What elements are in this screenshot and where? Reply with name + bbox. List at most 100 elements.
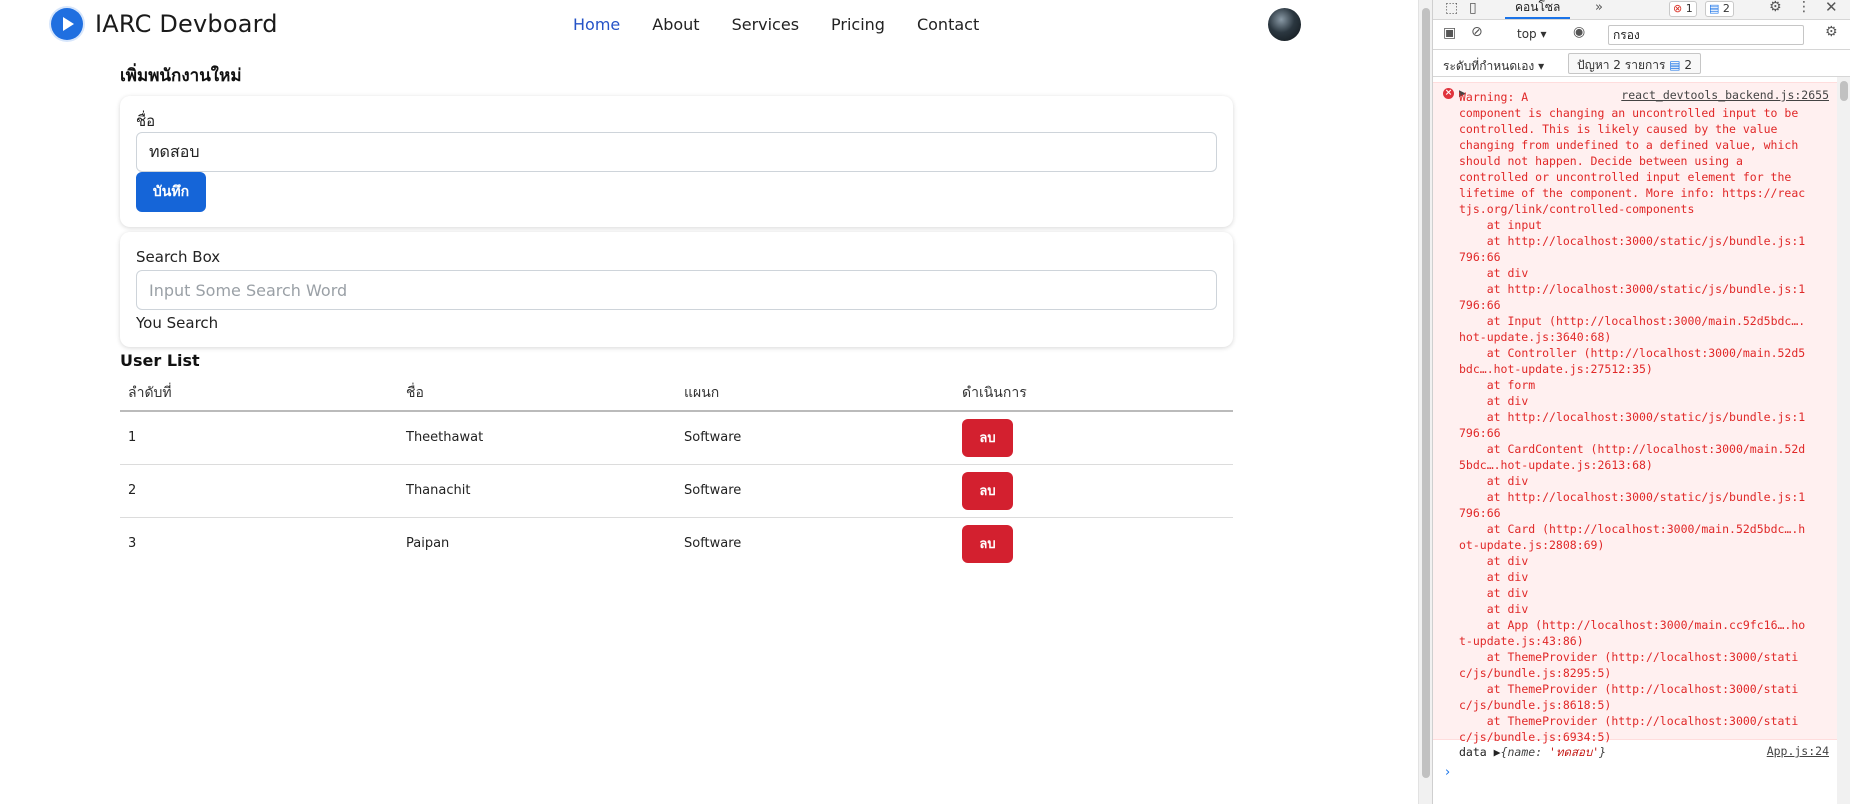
chevron-down-icon: ▾ <box>1540 27 1547 41</box>
warning-line: controlled or uncontrolled input element… <box>1459 170 1792 184</box>
cell-dept: Software <box>684 536 742 552</box>
issues-count: 2 <box>1684 58 1693 72</box>
warning-line: hot-update.js:3640:68) <box>1459 330 1612 344</box>
warning-line: at div <box>1459 570 1529 584</box>
settings-gear-icon[interactable]: ⚙ <box>1769 0 1782 15</box>
error-badge[interactable]: ⊗ 1 <box>1669 1 1697 17</box>
warning-line: changing from undefined to a defined val… <box>1459 138 1799 152</box>
warning-line: at form <box>1459 378 1536 392</box>
warning-line: Warning: A <box>1459 90 1529 104</box>
sidebar-toggle-icon[interactable]: ▣ <box>1443 25 1456 41</box>
log-source-link[interactable]: App.js:24 <box>1767 744 1829 758</box>
log-object-value: 'ทดสอบ' <box>1549 745 1600 759</box>
warning-line: at ThemeProvider (http://localhost:3000/… <box>1459 650 1799 664</box>
cell-no: 3 <box>128 536 137 552</box>
message-badge[interactable]: ▤ 2 <box>1705 1 1734 17</box>
warning-line: lifetime of the component. More info: ht… <box>1459 186 1806 200</box>
page-scrollbar[interactable] <box>1418 0 1432 804</box>
console-output: × ▶ react_devtools_backend.js:2655 Warni… <box>1433 77 1837 804</box>
search-result-label: You Search <box>136 314 219 332</box>
user-list-title: User List <box>120 351 200 370</box>
expand-triangle-icon[interactable]: ▶ <box>1494 745 1501 759</box>
avatar[interactable] <box>1268 8 1301 41</box>
page-scrollbar-thumb[interactable] <box>1422 8 1430 778</box>
delete-button[interactable]: ลบ <box>962 418 1013 457</box>
warning-line: 796:66 <box>1459 426 1501 440</box>
issues-button[interactable]: ปัญหา 2 รายการ ▤ 2 <box>1568 53 1702 74</box>
search-card: Search Box You Search <box>120 232 1233 347</box>
tab-console[interactable]: คอนโซล <box>1505 0 1571 19</box>
cell-action: ลบ <box>954 411 1233 465</box>
inspect-element-icon[interactable]: ⬚ <box>1445 0 1458 16</box>
warning-text: Warning: A component is changing an uncon… <box>1459 89 1831 745</box>
search-input[interactable] <box>136 270 1217 310</box>
log-object-prefix: {name: <box>1500 745 1550 759</box>
console-scrollbar-thumb[interactable] <box>1840 81 1848 101</box>
header-name: ชื่อ <box>398 376 676 412</box>
cell-no: 1 <box>120 411 398 465</box>
nav-link-home[interactable]: Home <box>573 15 620 34</box>
warning-line: component is changing an uncontrolled in… <box>1459 106 1799 120</box>
play-logo-icon <box>51 8 83 40</box>
warning-message[interactable]: × ▶ react_devtools_backend.js:2655 Warni… <box>1433 82 1837 744</box>
console-prompt[interactable]: › <box>1445 765 1450 780</box>
console-scrollbar[interactable] <box>1837 77 1850 804</box>
warning-line: at http://localhost:3000/static/js/bundl… <box>1459 410 1806 424</box>
header-action: ดำเนินการ <box>954 376 1233 412</box>
warning-line: at http://localhost:3000/static/js/bundl… <box>1459 490 1806 504</box>
warning-line: at Card (http://localhost:3000/main.52d5… <box>1459 522 1806 536</box>
console-settings-icon[interactable]: ⚙ <box>1825 24 1838 40</box>
brand-name: IARC Devboard <box>95 10 278 38</box>
warning-line: c/js/bundle.js:6934:5) <box>1459 730 1612 744</box>
page-title: เพิ่มพนักงานใหม่ <box>120 66 242 86</box>
warning-line: ot-update.js:2808:69) <box>1459 538 1605 552</box>
cell-no: 2 <box>120 464 398 518</box>
cell-name: Paipan <box>406 536 450 552</box>
warning-line: at http://localhost:3000/static/js/bundl… <box>1459 234 1806 248</box>
device-toolbar-icon[interactable]: ▯ <box>1469 0 1477 16</box>
message-count: 2 <box>1722 2 1730 15</box>
warning-line: 796:66 <box>1459 506 1501 520</box>
log-label: data <box>1459 745 1487 759</box>
brand[interactable]: IARC Devboard <box>51 8 278 40</box>
cell-dept: Software <box>676 411 954 465</box>
error-count: 1 <box>1685 2 1693 15</box>
cell-action: ลบ <box>954 464 1233 518</box>
table-header-row: ลำดับที่ ชื่อ แผนก ดำเนินการ <box>120 376 1233 412</box>
delete-button[interactable]: ลบ <box>962 471 1013 510</box>
header-dept: แผนก <box>676 376 954 412</box>
warning-line: at Input (http://localhost:3000/main.52d… <box>1459 314 1806 328</box>
eye-icon[interactable]: ◉ <box>1573 24 1585 40</box>
close-icon[interactable]: ✕ <box>1825 0 1838 16</box>
nav-link-about[interactable]: About <box>652 15 699 34</box>
context-select[interactable]: top ▾ <box>1517 27 1547 41</box>
filter-input[interactable] <box>1608 25 1804 45</box>
cell-name: Thanachit <box>398 464 676 518</box>
name-label: ชื่อ <box>136 112 156 130</box>
log-levels-label: ระดับที่กำหนดเอง <box>1443 59 1535 73</box>
warning-line: at div <box>1459 474 1529 488</box>
navbar: IARC Devboard Home About Services Pricin… <box>0 0 1418 50</box>
warning-line: c/js/bundle.js:8295:5) <box>1459 666 1612 680</box>
delete-button[interactable]: ลบ <box>962 524 1013 563</box>
more-options-icon[interactable]: ⋮ <box>1797 0 1811 15</box>
nav-link-contact[interactable]: Contact <box>917 15 979 34</box>
nav-link-services[interactable]: Services <box>732 15 799 34</box>
console-toolbar-secondary: ระดับที่กำหนดเอง ▾ ปัญหา 2 รายการ ▤ 2 <box>1433 51 1850 77</box>
warning-line: at div <box>1459 394 1529 408</box>
save-button[interactable]: บันทึก <box>136 172 206 212</box>
warning-line: at div <box>1459 586 1529 600</box>
warning-line: t-update.js:43:86) <box>1459 634 1584 648</box>
warning-line: at Controller (http://localhost:3000/mai… <box>1459 346 1806 360</box>
name-input[interactable] <box>136 132 1217 172</box>
clear-console-icon[interactable]: ⊘ <box>1471 24 1483 40</box>
nav-links: Home About Services Pricing Contact <box>573 15 1011 34</box>
warning-line: at div <box>1459 602 1529 616</box>
error-icon: × <box>1443 88 1454 99</box>
nav-link-pricing[interactable]: Pricing <box>831 15 885 34</box>
message-icon: ▤ <box>1709 2 1720 15</box>
more-tabs-icon[interactable]: » <box>1595 0 1603 15</box>
header-no: ลำดับที่ <box>120 376 398 412</box>
cell-dept: Software <box>676 464 954 518</box>
log-levels-select[interactable]: ระดับที่กำหนดเอง ▾ <box>1443 57 1544 76</box>
